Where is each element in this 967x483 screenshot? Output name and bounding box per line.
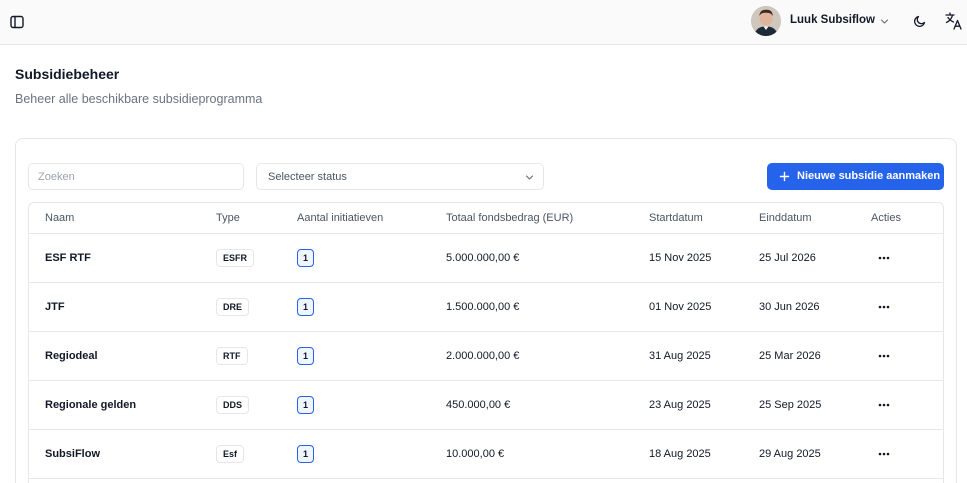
- row-name: SubsiFlow: [45, 448, 100, 460]
- user-name[interactable]: Luuk Subsiflow: [790, 14, 875, 26]
- initiatives-count-badge: 1: [297, 249, 314, 267]
- new-subsidy-button-label: Nieuwe subsidie aanmaken: [797, 170, 941, 182]
- row-start-date: 18 Aug 2025: [649, 448, 711, 460]
- type-badge: DRE: [216, 298, 250, 316]
- row-name: ESF RTF: [45, 252, 91, 264]
- initiatives-count-badge: 1: [297, 396, 314, 414]
- chevron-down-icon: [525, 175, 534, 180]
- row-end-date: 29 Aug 2025: [759, 448, 821, 460]
- row-total: 450.000,00 €: [446, 399, 511, 411]
- more-actions-icon[interactable]: [877, 352, 891, 360]
- search-input[interactable]: [28, 163, 244, 190]
- column-header-total[interactable]: Totaal fondsbedrag (EUR): [446, 212, 573, 224]
- row-total: 10.000,00 €: [446, 448, 505, 460]
- type-badge: RTF: [216, 347, 248, 365]
- user-avatar-icon: [751, 6, 781, 36]
- top-bar: Luuk Subsiflow: [0, 0, 967, 45]
- row-name: JTF: [45, 301, 65, 313]
- row-start-date: 01 Nov 2025: [649, 301, 712, 313]
- initiatives-count-badge: 1: [297, 298, 314, 316]
- table-row[interactable]: SubsiFlow Esf 1 10.000,00 € 18 Aug 2025 …: [29, 430, 943, 479]
- type-badge: ESFR: [216, 249, 255, 267]
- status-select-label: Selecteer status: [268, 171, 347, 183]
- column-header-name[interactable]: Naam: [45, 212, 74, 224]
- panel-left-icon[interactable]: [10, 15, 24, 29]
- status-select[interactable]: Selecteer status: [256, 163, 544, 190]
- avatar[interactable]: [751, 6, 781, 36]
- row-total: 5.000.000,00 €: [446, 252, 520, 264]
- table-header: Naam Type Aantal initiatieven Totaal fon…: [29, 203, 943, 234]
- row-name: Regionale gelden: [45, 399, 137, 411]
- chevron-down-icon[interactable]: [879, 16, 890, 27]
- column-header-type[interactable]: Type: [216, 212, 240, 224]
- table-row[interactable]: Regiodeal RTF 1 2.000.000,00 € 31 Aug 20…: [29, 332, 943, 381]
- more-actions-icon[interactable]: [877, 450, 891, 458]
- more-actions-icon[interactable]: [877, 401, 891, 409]
- row-start-date: 23 Aug 2025: [649, 399, 711, 411]
- page-title: Subsidiebeheer: [15, 66, 120, 82]
- column-header-end-date[interactable]: Einddatum: [759, 212, 812, 224]
- type-badge: Esf: [216, 445, 245, 463]
- row-start-date: 15 Nov 2025: [649, 252, 712, 264]
- initiatives-count-badge: 1: [297, 445, 314, 463]
- plus-icon: [779, 171, 790, 182]
- more-actions-icon[interactable]: [877, 254, 891, 262]
- subsidy-table: Naam Type Aantal initiatieven Totaal fon…: [28, 202, 944, 483]
- translate-icon[interactable]: [944, 11, 964, 31]
- type-badge: DDS: [216, 396, 250, 414]
- row-name: Regiodeal: [45, 350, 98, 362]
- column-header-actions: Acties: [871, 212, 901, 224]
- table-row[interactable]: ESF RTF ESFR 1 5.000.000,00 € 15 Nov 202…: [29, 234, 943, 283]
- table-row[interactable]: JTF DRE 1 1.500.000,00 € 01 Nov 2025 30 …: [29, 283, 943, 332]
- page-subtitle: Beheer alle beschikbare subsidieprogramm…: [15, 92, 263, 106]
- subsidy-card: Selecteer status Nieuwe subsidie aanmake…: [15, 138, 957, 483]
- column-header-start-date[interactable]: Startdatum: [649, 212, 703, 224]
- table-row[interactable]: Regionale gelden DDS 1 450.000,00 € 23 A…: [29, 381, 943, 430]
- row-total: 2.000.000,00 €: [446, 350, 520, 362]
- row-total: 1.500.000,00 €: [446, 301, 520, 313]
- more-actions-icon[interactable]: [877, 303, 891, 311]
- initiatives-count-badge: 1: [297, 347, 314, 365]
- row-end-date: 25 Jul 2026: [759, 252, 816, 264]
- row-end-date: 25 Sep 2025: [759, 399, 822, 411]
- row-end-date: 30 Jun 2026: [759, 301, 820, 313]
- row-start-date: 31 Aug 2025: [649, 350, 711, 362]
- moon-icon[interactable]: [913, 14, 927, 28]
- row-end-date: 25 Mar 2026: [759, 350, 821, 362]
- new-subsidy-button[interactable]: Nieuwe subsidie aanmaken: [767, 163, 944, 190]
- column-header-initiatives[interactable]: Aantal initiatieven: [297, 212, 383, 224]
